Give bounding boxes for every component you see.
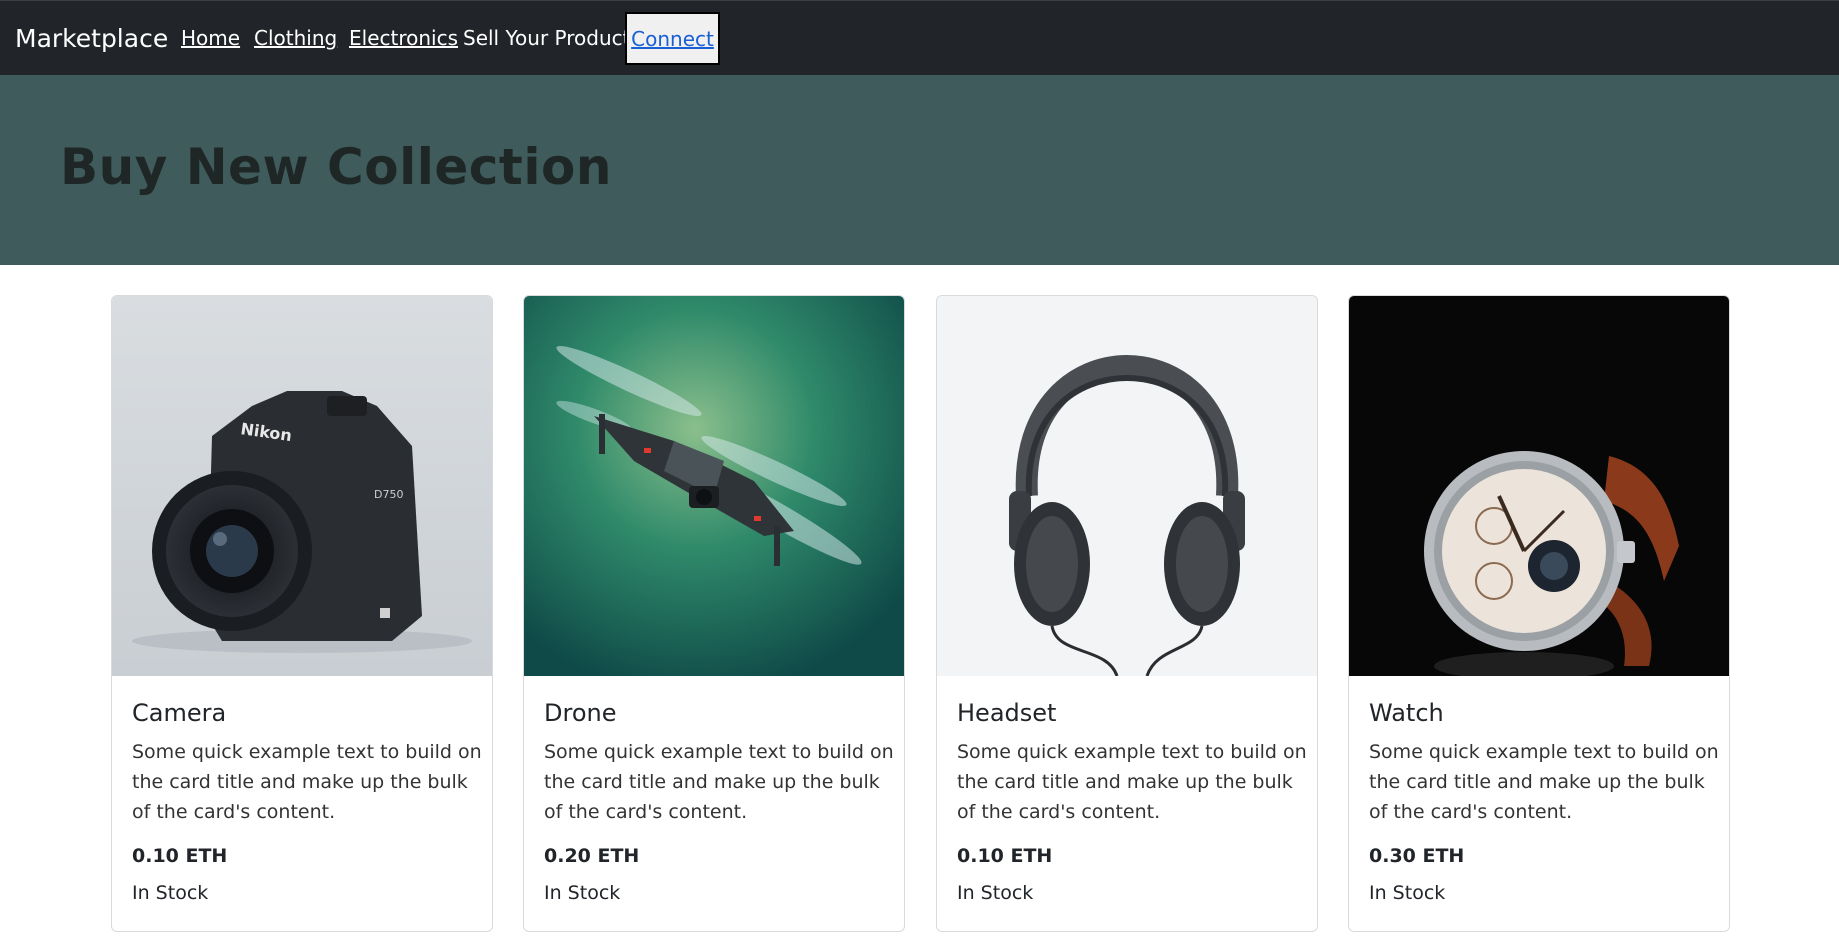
nav-home-link[interactable]: Home	[181, 25, 240, 51]
nav-electronics-link[interactable]: Electronics	[349, 25, 458, 51]
card-stock-status: In Stock	[1369, 882, 1446, 904]
connect-button[interactable]: Connect	[625, 12, 720, 65]
card-price: 0.30 ETH	[1369, 845, 1465, 867]
card-description: Some quick example text to build on the …	[957, 741, 1307, 823]
svg-text:D750: D750	[374, 488, 403, 501]
card-title: Watch	[1369, 699, 1444, 727]
nav-sell-link[interactable]: Sell Your Product	[463, 25, 630, 51]
card-title: Drone	[544, 699, 617, 727]
product-card[interactable]: Headset Some quick example text to build…	[936, 295, 1318, 932]
navbar: Marketplace Home Clothing Electronics Se…	[0, 0, 1839, 75]
product-card[interactable]: Watch Some quick example text to build o…	[1348, 295, 1730, 932]
card-stock-status: In Stock	[544, 882, 621, 904]
product-card[interactable]: Drone Some quick example text to build o…	[523, 295, 905, 932]
card-title: Headset	[957, 699, 1057, 727]
page-title: Buy New Collection	[60, 138, 612, 196]
card-title: Camera	[132, 699, 227, 727]
camera-image: Nikon D750	[112, 296, 492, 676]
card-description: Some quick example text to build on the …	[1369, 741, 1719, 823]
brand-logo[interactable]: Marketplace	[15, 24, 168, 54]
product-card[interactable]: Nikon D750 Camera Some quick example tex…	[111, 295, 493, 932]
card-description: Some quick example text to build on the …	[544, 741, 894, 823]
card-price: 0.10 ETH	[132, 845, 228, 867]
card-stock-status: In Stock	[957, 882, 1034, 904]
drone-image	[524, 296, 904, 676]
headset-image	[937, 296, 1317, 676]
card-price: 0.20 ETH	[544, 845, 640, 867]
nav-clothing-link[interactable]: Clothing	[254, 25, 337, 51]
card-price: 0.10 ETH	[957, 845, 1053, 867]
hero-banner: Buy New Collection	[0, 75, 1839, 265]
card-description: Some quick example text to build on the …	[132, 741, 482, 823]
card-stock-status: In Stock	[132, 882, 209, 904]
watch-image	[1349, 296, 1729, 676]
